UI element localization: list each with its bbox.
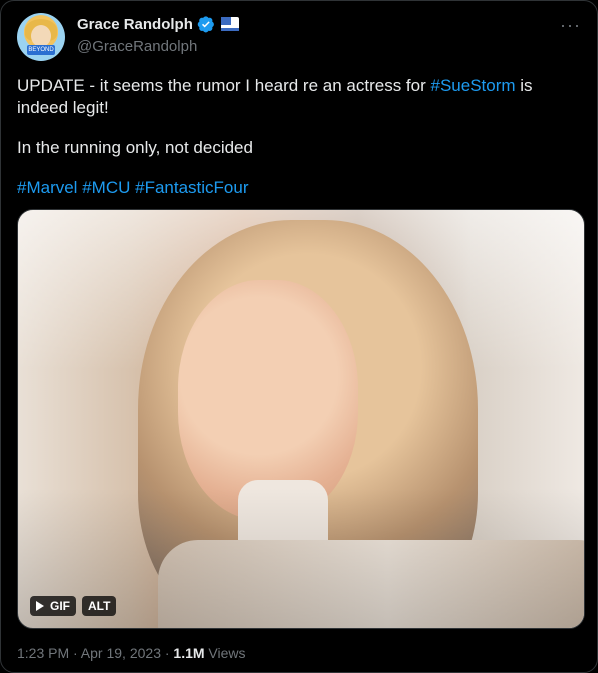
gif-label: GIF <box>50 599 70 613</box>
hashtag-mcu[interactable]: #MCU <box>82 178 130 197</box>
tweet-line1-prefix: UPDATE - it seems the rumor I heard re a… <box>17 76 431 95</box>
alt-text-button[interactable]: ALT <box>82 596 117 616</box>
verified-badge-icon <box>197 16 214 33</box>
gif-media[interactable]: GIF ALT <box>17 209 585 629</box>
views-count: 1.1M <box>173 645 205 661</box>
tweet-card: BEYOND Grace Randolph @GraceRandolph ···… <box>0 0 598 673</box>
hashtag-marvel[interactable]: #Marvel <box>17 178 77 197</box>
hashtag-suestorm[interactable]: #SueStorm <box>431 76 516 95</box>
tweet-paragraph-2: In the running only, not decided <box>17 138 253 157</box>
tweet-header: BEYOND Grace Randolph @GraceRandolph ··· <box>17 13 581 63</box>
display-name[interactable]: Grace Randolph <box>77 16 193 33</box>
user-handle[interactable]: @GraceRandolph <box>77 38 239 55</box>
affiliate-flag-icon <box>220 17 239 31</box>
tweet-paragraph-1: UPDATE - it seems the rumor I heard re a… <box>17 75 577 119</box>
tweet-text: UPDATE - it seems the rumor I heard re a… <box>17 75 577 217</box>
more-options-icon[interactable]: ··· <box>560 15 581 36</box>
media-controls: GIF ALT <box>30 596 117 616</box>
play-icon <box>36 601 44 611</box>
tweet-hashtags: #Marvel #MCU #FantasticFour <box>17 177 577 199</box>
avatar-face <box>31 25 51 47</box>
gif-play-button[interactable]: GIF <box>30 596 76 616</box>
display-name-row[interactable]: Grace Randolph <box>77 15 239 33</box>
tweet-meta: 1:23 PM · Apr 19, 2023 · 1.1M Views <box>17 645 246 661</box>
user-names: Grace Randolph @GraceRandolph <box>77 15 239 55</box>
views-label: Views <box>204 645 246 661</box>
avatar[interactable]: BEYOND <box>17 13 65 61</box>
avatar-badge: BEYOND <box>27 45 55 55</box>
hashtag-fantasticfour[interactable]: #FantasticFour <box>135 178 248 197</box>
tweet-timestamp[interactable]: 1:23 PM · Apr 19, 2023 · <box>17 645 173 661</box>
